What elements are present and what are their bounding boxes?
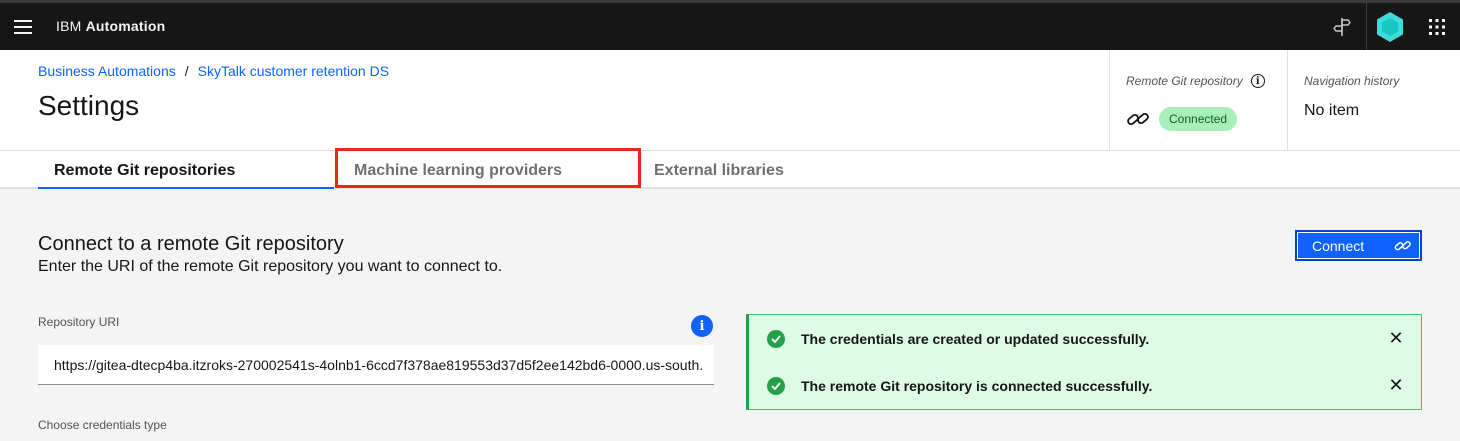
credentials-type-label: Choose credentials type <box>38 418 167 432</box>
close-icon[interactable]: ✕ <box>1376 366 1416 406</box>
success-notification: The credentials are created or updated s… <box>749 315 1422 362</box>
top-header: IBM Automation <box>0 0 1460 50</box>
avatar[interactable] <box>1372 9 1408 45</box>
highlight-annotation-box <box>335 148 641 188</box>
header-divider <box>1366 3 1367 50</box>
breadcrumb-item-business-automations[interactable]: Business Automations <box>38 63 176 79</box>
avatar-icon <box>1377 12 1403 42</box>
breadcrumb-item-project[interactable]: SkyTalk customer retention DS <box>198 63 389 79</box>
notification-text: The remote Git repository is connected s… <box>801 377 1153 394</box>
product-name[interactable]: IBM Automation <box>56 18 165 34</box>
menu-icon <box>14 19 32 34</box>
success-notification: The remote Git repository is connected s… <box>749 362 1422 409</box>
navigation-history-label: Navigation history <box>1304 74 1400 88</box>
repository-uri-label: Repository URI <box>38 315 120 329</box>
brand-name: Automation <box>85 18 166 34</box>
section-title: Connect to a remote Git repository <box>38 233 344 255</box>
connect-button[interactable]: Connect <box>1295 230 1422 261</box>
page-title: Settings <box>38 90 140 121</box>
pin-icon <box>1333 18 1351 36</box>
notification-text: The credentials are created or updated s… <box>801 330 1150 347</box>
settings-tabs: Remote Git repositories Machine learning… <box>0 150 1460 190</box>
section-description: Enter the URI of the remote Git reposito… <box>38 258 503 275</box>
brand-prefix: IBM <box>56 18 82 34</box>
navigation-history-panel: Navigation history No item <box>1287 50 1460 150</box>
breadcrumb-separator: / <box>184 63 189 79</box>
tab-external-libraries[interactable]: External libraries <box>638 151 938 190</box>
menu-button[interactable] <box>0 3 46 50</box>
remote-git-label: Remote Git repository i <box>1126 74 1265 88</box>
link-icon <box>1394 238 1420 254</box>
connection-status-tag: Connected <box>1159 107 1238 131</box>
app-window: IBM Automation Business Automations / Sk… <box>0 0 1460 441</box>
page-header: Business Automations / SkyTalk customer … <box>0 50 1460 150</box>
remote-git-panel: Remote Git repository i Connected <box>1109 50 1287 150</box>
checkmark-icon <box>767 329 785 348</box>
main-content: Connect to a remote Git repository Enter… <box>0 189 1460 441</box>
app-switcher-button[interactable] <box>1420 11 1454 43</box>
pin-button[interactable] <box>1326 11 1358 43</box>
connect-button-label: Connect <box>1312 237 1365 254</box>
checkmark-icon <box>767 376 785 395</box>
navigation-history-value: No item <box>1304 102 1360 119</box>
repository-uri-input[interactable] <box>38 345 714 385</box>
breadcrumb: Business Automations / SkyTalk customer … <box>38 63 389 79</box>
notification-stack: The credentials are created or updated s… <box>746 314 1422 410</box>
app-switcher-icon <box>1429 19 1445 35</box>
remote-git-label-text: Remote Git repository <box>1126 74 1243 88</box>
tab-remote-git-repositories[interactable]: Remote Git repositories <box>38 151 334 190</box>
info-icon[interactable]: i <box>1250 74 1265 88</box>
close-icon[interactable]: ✕ <box>1376 319 1416 359</box>
link-icon <box>1126 108 1150 130</box>
info-icon[interactable]: i <box>691 315 713 337</box>
